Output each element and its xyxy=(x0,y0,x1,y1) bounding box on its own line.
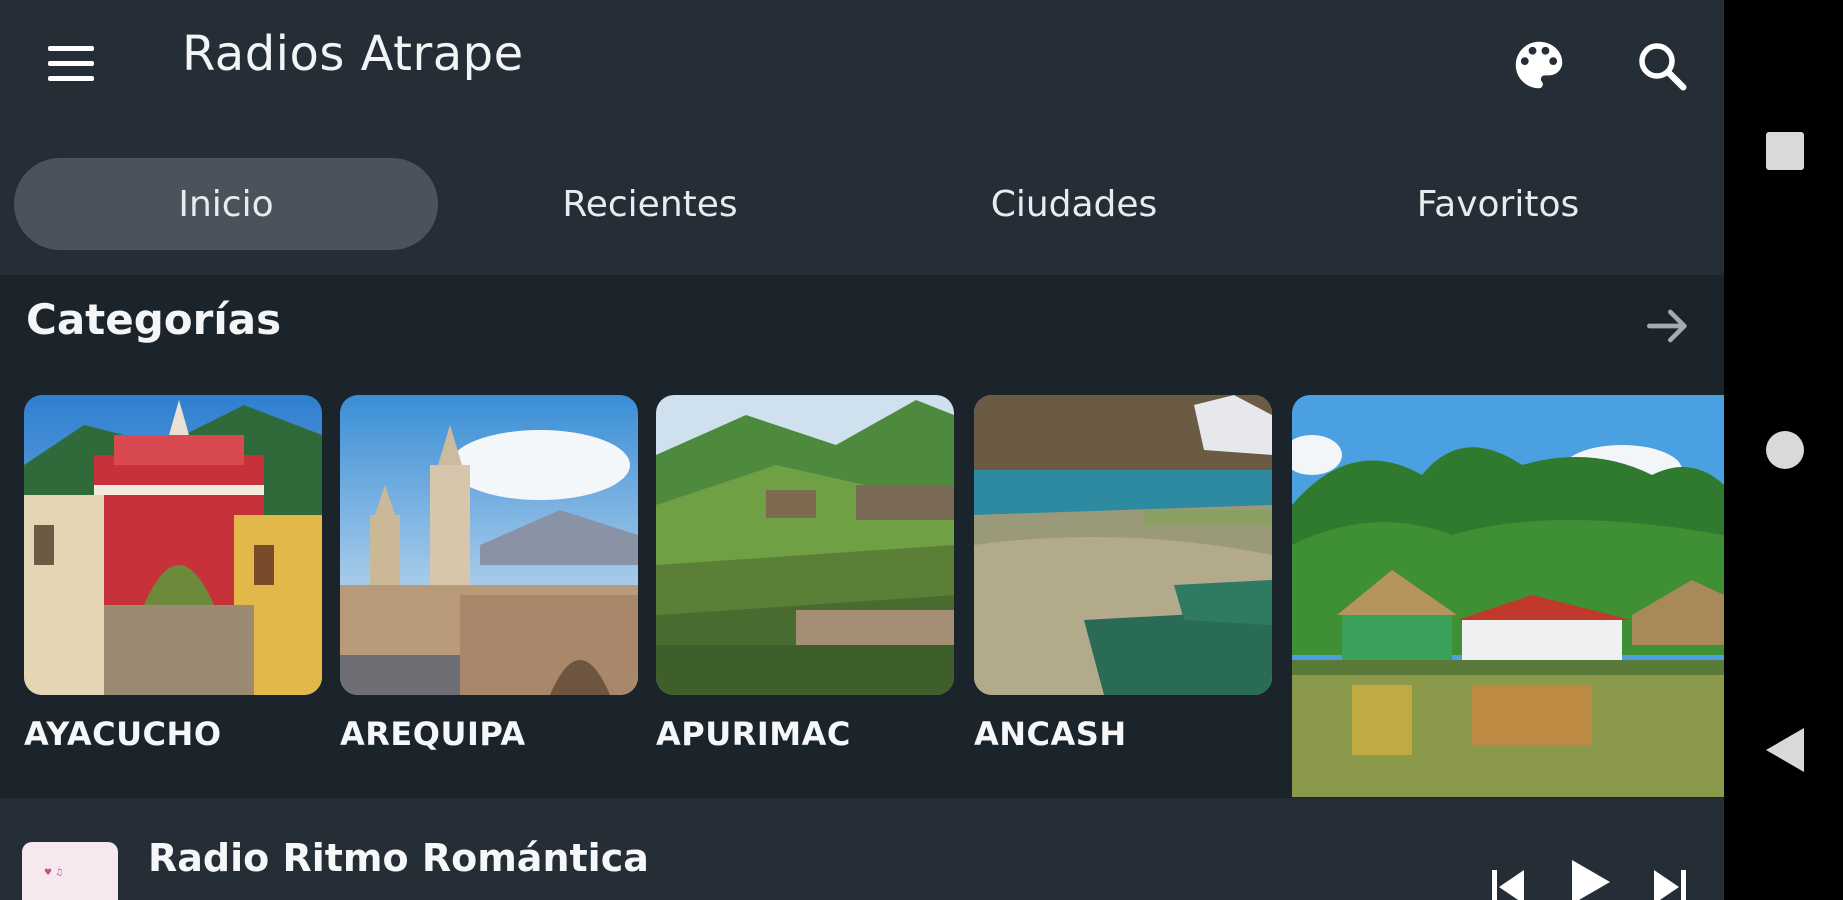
app-title: Radios Atrape xyxy=(182,26,524,82)
category-label: ANCASH xyxy=(974,715,1127,753)
tab-favoritos[interactable]: Favoritos xyxy=(1286,158,1710,250)
tab-bar: Inicio Recientes Ciudades Favoritos xyxy=(14,158,1710,250)
menu-icon[interactable] xyxy=(38,38,102,90)
back-icon[interactable] xyxy=(1766,728,1804,772)
recents-icon[interactable] xyxy=(1766,132,1804,170)
category-card-ancash[interactable]: ANCASH xyxy=(974,395,1272,753)
tab-ciudades[interactable]: Ciudades xyxy=(862,158,1286,250)
skip-next-icon[interactable] xyxy=(1652,864,1688,900)
category-label: AREQUIPA xyxy=(340,715,526,753)
category-card-ayacucho[interactable]: AYACUCHO xyxy=(24,395,322,753)
category-label: AYACUCHO xyxy=(24,715,222,753)
category-image xyxy=(656,395,954,695)
skip-previous-icon[interactable] xyxy=(1490,864,1526,900)
station-logo: ♥ ♫ xyxy=(22,842,118,900)
home-icon[interactable] xyxy=(1766,431,1804,469)
app-bar: Radios Atrape Inicio Recientes Ciudades … xyxy=(0,0,1724,275)
arrow-right-icon[interactable] xyxy=(1640,298,1696,354)
app-screen: Radios Atrape Inicio Recientes Ciudades … xyxy=(0,0,1724,900)
tab-inicio[interactable]: Inicio xyxy=(14,158,438,250)
palette-icon[interactable] xyxy=(1508,34,1570,96)
search-icon[interactable] xyxy=(1632,36,1692,96)
category-card-arequipa[interactable]: AREQUIPA xyxy=(340,395,638,753)
system-nav-bar xyxy=(1724,0,1843,900)
category-image xyxy=(24,395,322,695)
section-title: Categorías xyxy=(26,295,282,344)
category-card-selva[interactable] xyxy=(1292,395,1724,797)
play-icon[interactable] xyxy=(1568,858,1612,900)
category-card-apurimac[interactable]: APURIMAC xyxy=(656,395,954,753)
tab-recientes[interactable]: Recientes xyxy=(438,158,862,250)
category-carousel: AYACUCHO AREQUIPA APURIMAC ANCASH xyxy=(0,395,1724,797)
station-title: Radio Ritmo Romántica xyxy=(148,836,649,880)
mini-player[interactable]: ♥ ♫ Radio Ritmo Romántica xyxy=(0,798,1724,900)
station-logo-art: ♥ ♫ xyxy=(44,868,63,878)
category-image xyxy=(340,395,638,695)
category-image xyxy=(1292,395,1724,797)
categories-header: Categorías xyxy=(0,275,1724,365)
category-label: APURIMAC xyxy=(656,715,851,753)
category-image xyxy=(974,395,1272,695)
